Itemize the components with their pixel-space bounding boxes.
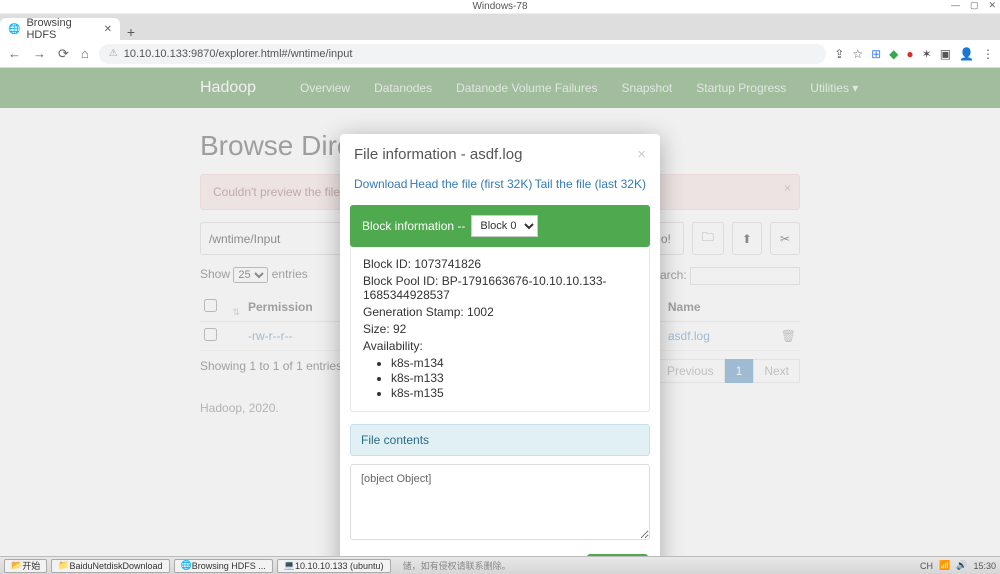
block-info-label: Block information -- xyxy=(362,219,465,233)
block-size: Size: 92 xyxy=(363,322,637,336)
availability-list: k8s-m134 k8s-m133 k8s-m135 xyxy=(391,356,637,400)
taskbar: 📂 开始 📁 BaiduNetdiskDownload 🌐 Browsing H… xyxy=(0,556,1000,574)
window-maximize-icon[interactable]: ▢ xyxy=(970,0,979,11)
taskbar-item[interactable]: 💻 10.10.10.133 (ubuntu) xyxy=(277,559,391,573)
translate-icon[interactable]: ⊞ xyxy=(871,47,881,61)
availability-node: k8s-m133 xyxy=(391,371,637,385)
window-minimize-icon[interactable]: — xyxy=(951,0,960,11)
file-contents-textarea[interactable]: [object Object] xyxy=(350,464,650,540)
file-info-modal: File information - asdf.log × Download H… xyxy=(340,134,660,556)
block-select[interactable]: Block 0 xyxy=(471,215,538,237)
window-titlebar: Windows-78 — ▢ ✕ xyxy=(0,0,1000,14)
watermark-text: 储，如有侵权请联系删除。 xyxy=(403,559,511,572)
url-input[interactable]: ⚠ 10.10.10.133:9870/explorer.html#/wntim… xyxy=(99,44,827,64)
tray-network-icon[interactable]: 📶 xyxy=(939,560,950,571)
tab-title: Browsing HDFS xyxy=(26,17,97,41)
page-viewport: Hadoop Overview Datanodes Datanode Volum… xyxy=(0,68,1000,556)
availability-node: k8s-m135 xyxy=(391,386,637,400)
modal-header: File information - asdf.log × xyxy=(340,134,660,173)
bookmark-icon[interactable]: ▣ xyxy=(940,47,951,61)
tray-lang[interactable]: CH xyxy=(920,561,933,571)
back-icon[interactable]: ← xyxy=(6,47,23,60)
globe-icon: 🌐 xyxy=(8,24,20,35)
system-tray: CH 📶 🔊 15:30 xyxy=(920,560,996,571)
block-pool-id: Block Pool ID: BP-1791663676-10.10.10.13… xyxy=(363,274,637,302)
start-button[interactable]: 📂 开始 xyxy=(4,559,47,573)
reload-icon[interactable]: ⟳ xyxy=(56,47,71,60)
browser-tabstrip: 🌐 Browsing HDFS ✕ + xyxy=(0,14,1000,40)
profile-icon[interactable]: 👤 xyxy=(959,47,974,61)
menu-icon[interactable]: ⋮ xyxy=(982,47,994,61)
modal-links: Download Head the file (first 32K) Tail … xyxy=(340,173,660,205)
taskbar-item[interactable]: 📁 BaiduNetdiskDownload xyxy=(51,559,169,573)
generation-stamp: Generation Stamp: 1002 xyxy=(363,305,637,319)
browser-toolbar-icons: ⇪ ☆ ⊞ ◆ ● ✶ ▣ 👤 ⋮ xyxy=(834,47,994,61)
block-id: Block ID: 1073741826 xyxy=(363,257,637,271)
window-controls: — ▢ ✕ xyxy=(951,0,996,11)
adblock-icon[interactable]: ● xyxy=(906,47,913,61)
tray-sound-icon[interactable]: 🔊 xyxy=(956,560,967,571)
url-text: 10.10.10.133:9870/explorer.html#/wntime/… xyxy=(124,48,353,60)
file-contents-header: File contents xyxy=(350,424,650,456)
home-icon[interactable]: ⌂ xyxy=(79,47,91,60)
close-button[interactable]: Close xyxy=(587,554,648,556)
close-icon[interactable]: ✕ xyxy=(104,24,112,35)
window-close-icon[interactable]: ✕ xyxy=(988,0,996,11)
head-link[interactable]: Head the file (first 32K) xyxy=(410,177,533,191)
new-tab-button[interactable]: + xyxy=(120,24,142,40)
forward-icon[interactable]: → xyxy=(31,47,48,60)
block-details: Block ID: 1073741826 Block Pool ID: BP-1… xyxy=(350,247,650,412)
modal-footer: Close xyxy=(340,540,660,556)
close-icon[interactable]: × xyxy=(637,146,646,163)
tray-time[interactable]: 15:30 xyxy=(973,561,996,571)
tail-link[interactable]: Tail the file (last 32K) xyxy=(535,177,646,191)
taskbar-item[interactable]: 🌐 Browsing HDFS ... xyxy=(174,559,273,573)
star-icon[interactable]: ☆ xyxy=(852,47,863,61)
browser-tab[interactable]: 🌐 Browsing HDFS ✕ xyxy=(0,18,120,40)
insecure-icon: ⚠ xyxy=(109,48,118,59)
availability-node: k8s-m134 xyxy=(391,356,637,370)
address-bar: ← → ⟳ ⌂ ⚠ 10.10.10.133:9870/explorer.htm… xyxy=(0,40,1000,68)
availability-label: Availability: xyxy=(363,339,637,353)
share-icon[interactable]: ⇪ xyxy=(834,47,844,61)
modal-title: File information - asdf.log xyxy=(354,146,522,163)
window-title: Windows-78 xyxy=(472,1,527,12)
download-link[interactable]: Download xyxy=(354,177,407,191)
extensions-icon[interactable]: ✶ xyxy=(922,47,932,61)
block-info-bar: Block information -- Block 0 xyxy=(350,205,650,247)
extension-icon[interactable]: ◆ xyxy=(889,47,898,61)
